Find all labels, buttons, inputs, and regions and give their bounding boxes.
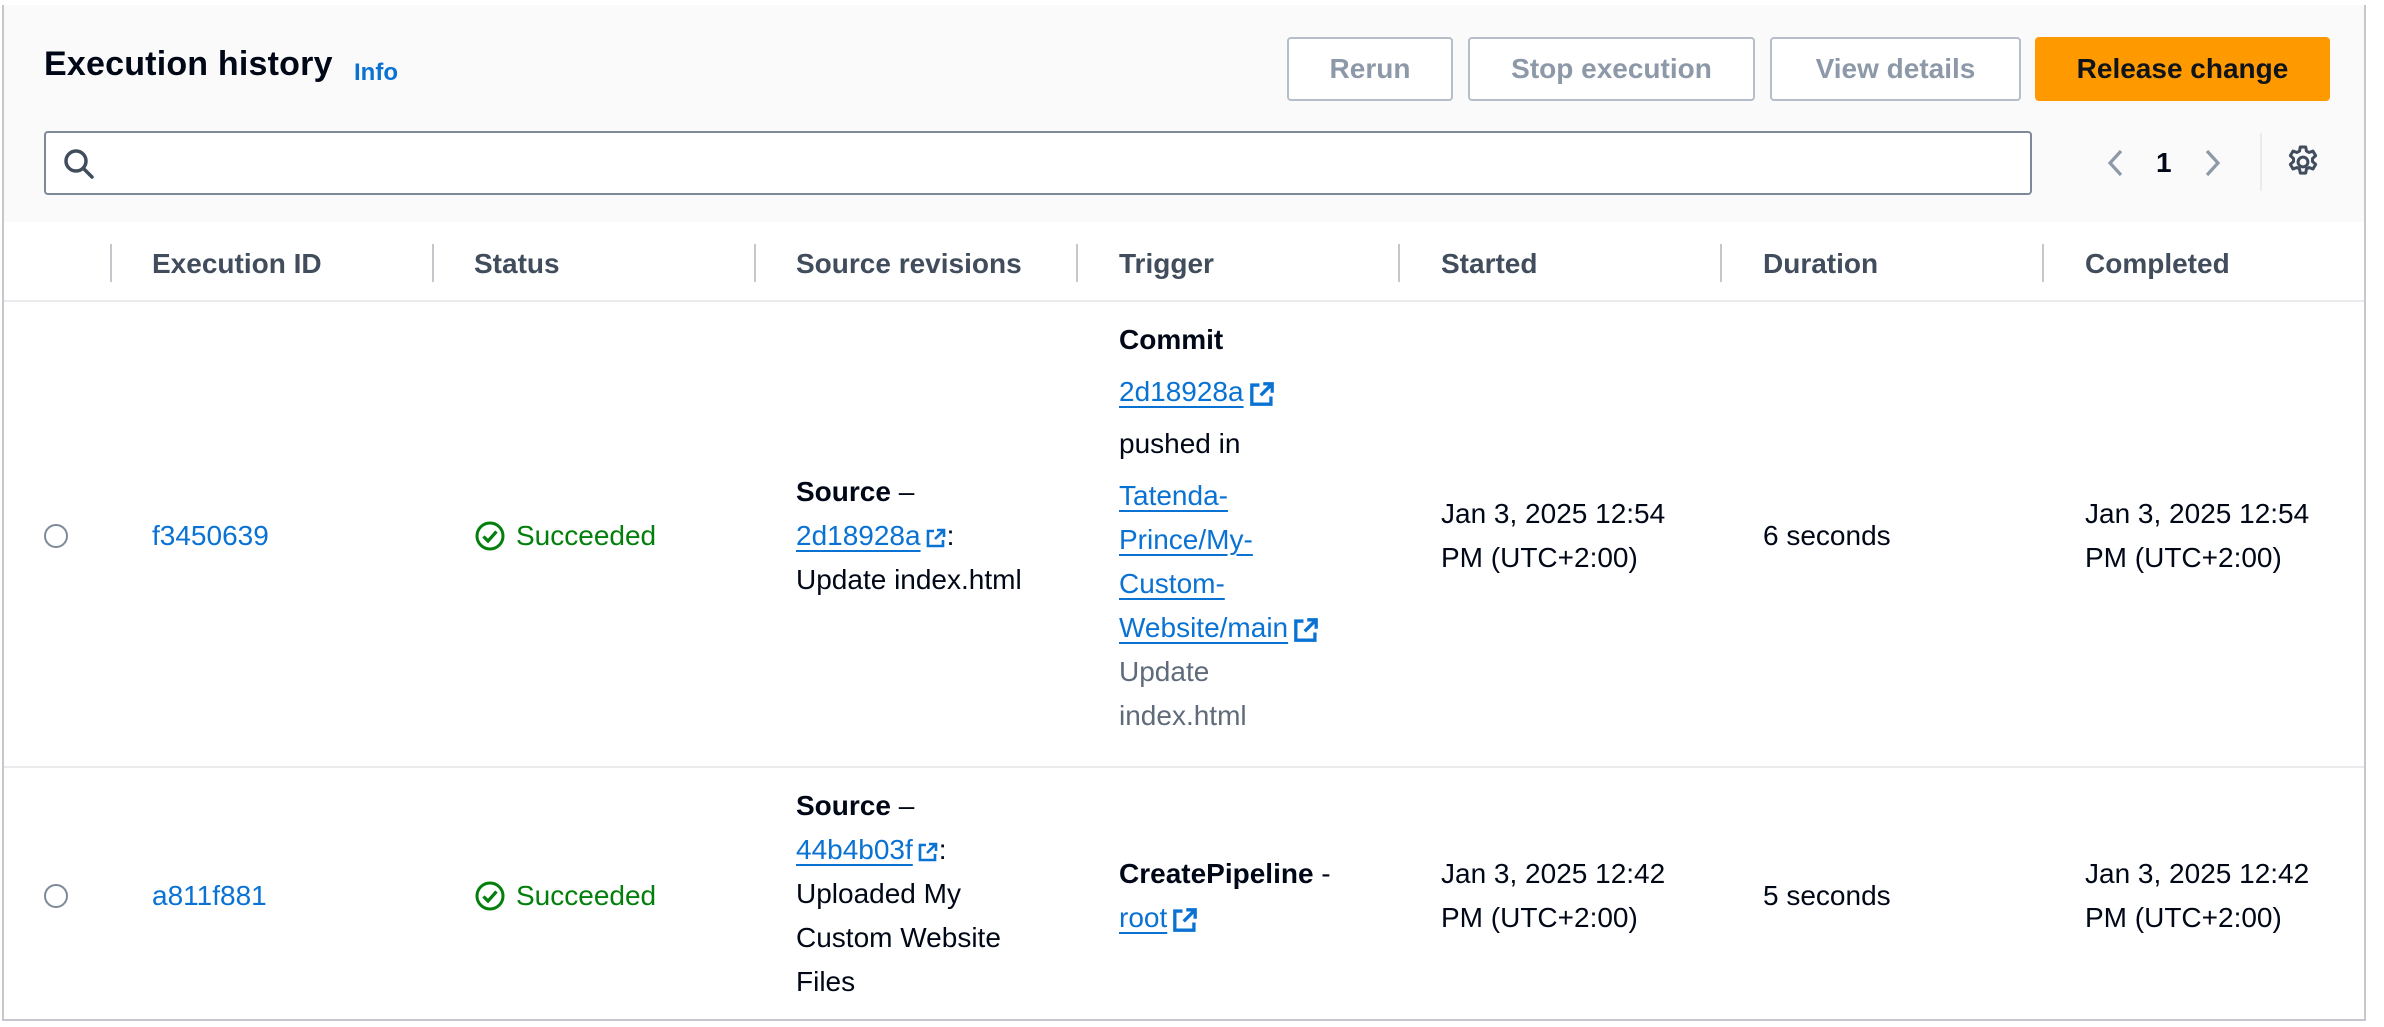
repository-link-line[interactable]: Custom- <box>1119 562 1379 606</box>
execution-history-panel: Execution history Info Rerun Stop execut… <box>2 5 2366 1021</box>
row-select-radio[interactable] <box>44 524 68 548</box>
external-link-icon[interactable] <box>1292 616 1320 644</box>
colon: : <box>946 520 955 551</box>
search-icon <box>64 149 94 179</box>
column-separator <box>432 244 434 282</box>
source-revision-link[interactable]: 2d18928a <box>796 520 921 551</box>
external-link-icon[interactable] <box>917 841 939 863</box>
column-separator <box>1076 244 1078 282</box>
duration-value: 5 seconds <box>1763 880 1891 911</box>
source-label: Source <box>796 790 891 821</box>
trigger-type: CreatePipeline <box>1119 858 1314 889</box>
external-link-icon[interactable] <box>1171 906 1199 934</box>
started-time: PM (UTC+2:00) <box>1441 902 1638 933</box>
table-row: f3450639 Succeeded Source – 2d18928a: Up… <box>4 302 2364 768</box>
column-header-duration[interactable]: Duration <box>1763 248 1878 280</box>
chevron-left-icon[interactable] <box>2102 145 2130 181</box>
repository-link[interactable]: Tatenda- Prince/My- Custom- Website/main <box>1119 474 1379 650</box>
column-separator <box>110 244 112 282</box>
source-separator: – <box>890 790 915 821</box>
started-timestamp: Jan 3, 2025 12:42 PM (UTC+2:00) <box>1441 852 1665 940</box>
started-timestamp: Jan 3, 2025 12:54 PM (UTC+2:00) <box>1441 492 1665 580</box>
column-separator <box>1398 244 1400 282</box>
repository-link-line[interactable]: Website/main <box>1119 612 1288 643</box>
pagination: 1 <box>2094 133 2244 193</box>
trigger-type: Commit <box>1119 324 1224 355</box>
table-header-row: Execution ID Status Source revisions Tri… <box>4 222 2364 302</box>
release-change-button[interactable]: Release change <box>2035 37 2330 101</box>
row-select-radio[interactable] <box>44 884 68 908</box>
repository-link-line[interactable]: Prince/My- <box>1119 518 1379 562</box>
commit-link[interactable]: 2d18928a <box>1119 376 1244 407</box>
status-label: Succeeded <box>516 880 657 911</box>
completed-time: PM (UTC+2:00) <box>2085 902 2282 933</box>
column-header-trigger[interactable]: Trigger <box>1119 248 1214 280</box>
column-header-execution-id[interactable]: Execution ID <box>152 248 322 280</box>
trigger-cell: CreatePipeline - root <box>1119 852 1379 940</box>
status-label: Succeeded <box>516 520 657 551</box>
trigger-cell: Commit 2d18928a pushed in Tatenda- Princ… <box>1119 318 1379 738</box>
table-row: a811f881 Succeeded Source – 44b4b03f: Up… <box>4 768 2364 1019</box>
commit-message-line: index.html <box>1119 700 1247 731</box>
execution-id-link[interactable]: f3450639 <box>152 514 269 558</box>
column-separator <box>2042 244 2044 282</box>
info-link[interactable]: Info <box>354 59 398 87</box>
source-revision-cell: Source – 2d18928a: Update index.html <box>796 470 1056 602</box>
started-time: PM (UTC+2:00) <box>1441 542 1638 573</box>
completed-time: PM (UTC+2:00) <box>2085 542 2282 573</box>
source-message-line: Uploaded My <box>796 878 961 909</box>
chevron-right-icon[interactable] <box>2198 145 2226 181</box>
success-check-icon <box>475 521 505 551</box>
column-header-source-revisions[interactable]: Source revisions <box>796 248 1022 280</box>
column-separator <box>1720 244 1722 282</box>
repository-link-line[interactable]: Tatenda- <box>1119 474 1379 518</box>
gear-icon[interactable] <box>2284 143 2322 181</box>
completed-date: Jan 3, 2025 12:54 <box>2085 498 2310 529</box>
completed-timestamp: Jan 3, 2025 12:42 PM (UTC+2:00) <box>2085 852 2309 940</box>
duration-value: 6 seconds <box>1763 520 1891 551</box>
execution-id-link[interactable]: a811f881 <box>152 874 267 918</box>
source-revision-link[interactable]: 44b4b03f <box>796 834 913 865</box>
source-message: Update index.html <box>796 564 1022 595</box>
completed-date: Jan 3, 2025 12:42 <box>2085 858 2310 889</box>
source-separator: – <box>890 476 915 507</box>
success-check-icon <box>475 881 505 911</box>
source-message-line: Files <box>796 966 856 997</box>
external-link-icon[interactable] <box>1248 380 1276 408</box>
commit-message: Update index.html <box>1119 650 1379 738</box>
trigger-separator: - <box>1313 858 1331 889</box>
source-revision-cell: Source – 44b4b03f: Uploaded My Custom We… <box>796 784 1056 1004</box>
stop-execution-button[interactable]: Stop execution <box>1468 37 1755 101</box>
current-page-number[interactable]: 1 <box>2156 147 2172 179</box>
page-title: Execution history <box>44 45 333 83</box>
external-link-icon[interactable] <box>925 527 947 549</box>
view-details-button[interactable]: View details <box>1770 37 2021 101</box>
commit-message-line: Update <box>1119 656 1210 687</box>
column-header-started[interactable]: Started <box>1441 248 1537 280</box>
completed-timestamp: Jan 3, 2025 12:54 PM (UTC+2:00) <box>2085 492 2309 580</box>
column-separator <box>754 244 756 282</box>
colon: : <box>938 834 947 865</box>
pager-divider <box>2260 133 2262 191</box>
rerun-button[interactable]: Rerun <box>1287 37 1453 101</box>
pushed-in-text: pushed in <box>1119 428 1241 459</box>
column-header-completed[interactable]: Completed <box>2085 248 2230 280</box>
column-header-status[interactable]: Status <box>474 248 560 280</box>
panel-header: Execution history Info Rerun Stop execut… <box>4 5 2364 224</box>
search-input[interactable] <box>44 131 2032 195</box>
started-date: Jan 3, 2025 12:54 <box>1441 498 1666 529</box>
status-badge: Succeeded <box>474 514 656 558</box>
source-message-line: Custom Website <box>796 922 1001 953</box>
status-badge: Succeeded <box>474 874 656 918</box>
started-date: Jan 3, 2025 12:42 <box>1441 858 1666 889</box>
user-link[interactable]: root <box>1119 902 1167 933</box>
source-label: Source <box>796 476 891 507</box>
